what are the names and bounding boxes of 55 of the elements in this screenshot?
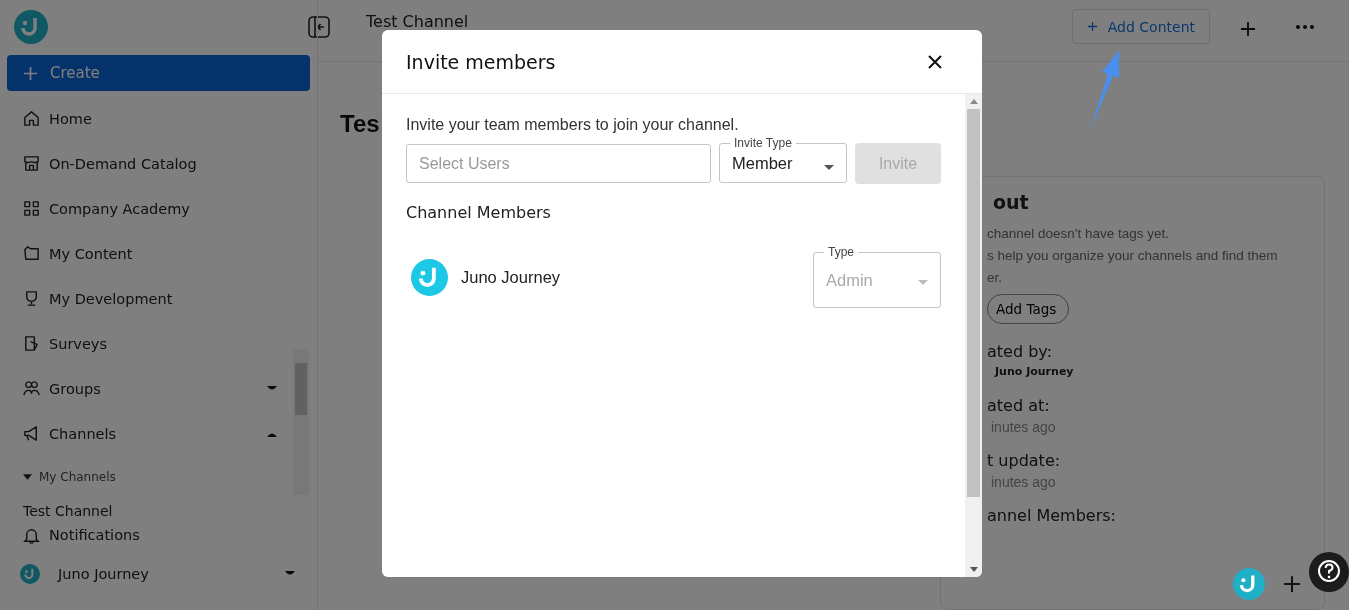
caret-icon[interactable]: [23, 474, 32, 480]
dialog-title: Invite members: [406, 50, 556, 73]
field-label: t update:: [987, 451, 1061, 470]
add-content-button[interactable]: Add Content: [1071, 9, 1210, 44]
card-title: out: [993, 191, 1029, 213]
add-icon[interactable]: [1283, 575, 1301, 593]
avatar-icon: [411, 258, 448, 296]
section-label[interactable]: My Channels: [39, 470, 116, 484]
dropdown-caret-icon: [824, 165, 834, 170]
nav-link[interactable]: Notifications: [49, 527, 277, 543]
nav-link[interactable]: Surveys: [49, 335, 277, 352]
channel-title: Test Channel: [366, 12, 470, 31]
user-name[interactable]: Juno Journey: [58, 566, 285, 582]
folder-icon: [22, 244, 41, 263]
nav-link[interactable]: My Development: [49, 290, 277, 307]
avatar-icon: [20, 564, 40, 584]
home-icon: [22, 109, 41, 128]
logo-icon: [14, 10, 48, 44]
nav-link[interactable]: On-Demand Catalog: [49, 155, 277, 172]
tags-hint: channel doesn't have tags yet. s help you organize your channels and find them er.: [987, 225, 1278, 287]
field-label: annel Members:: [987, 506, 1116, 525]
field-label: ated at:: [987, 396, 1050, 415]
create-button[interactable]: Create: [7, 55, 310, 91]
grid-icon: [22, 199, 41, 218]
plus-icon: [1086, 21, 1098, 32]
dialog-intro: Invite your team members to join your channel.: [406, 116, 740, 134]
nav-link[interactable]: Company Academy: [49, 200, 277, 217]
select-users-field[interactable]: Select Users: [406, 144, 711, 183]
dropdown-caret-icon: [918, 280, 928, 285]
scroll-down-icon[interactable]: [969, 567, 978, 572]
nav-link[interactable]: Channels: [49, 425, 267, 442]
add-icon[interactable]: [1240, 20, 1256, 37]
field-label: ated by:: [987, 342, 1052, 361]
nav-link[interactable]: Home: [49, 110, 277, 127]
invite-type-select[interactable]: Invite Type Member: [719, 137, 847, 183]
help-icon[interactable]: [1309, 552, 1349, 592]
clipboard-icon: [22, 334, 41, 353]
dialog-scrollbar[interactable]: [965, 94, 982, 577]
avatar-icon[interactable]: [1233, 568, 1265, 600]
people-icon: [22, 379, 41, 398]
sidebar-scrollbar[interactable]: [293, 349, 309, 495]
collapse-sidebar-icon[interactable]: [308, 15, 330, 38]
more-icon[interactable]: [1296, 24, 1314, 29]
member-type-select: Type Admin: [813, 246, 941, 308]
nav-link[interactable]: Groups: [49, 380, 267, 397]
member-name: Juno Journey: [461, 267, 562, 287]
page-title: Tes: [340, 110, 380, 138]
plus-icon: [23, 65, 38, 81]
nav-link[interactable]: My Content: [49, 245, 277, 262]
store-icon: [22, 154, 41, 173]
close-icon[interactable]: [928, 54, 942, 69]
section-heading: Channel Members: [406, 203, 552, 222]
add-tags-button[interactable]: Add Tags: [987, 294, 1070, 324]
channel-link[interactable]: Test Channel: [0, 498, 113, 520]
scroll-up-icon[interactable]: [969, 99, 978, 104]
